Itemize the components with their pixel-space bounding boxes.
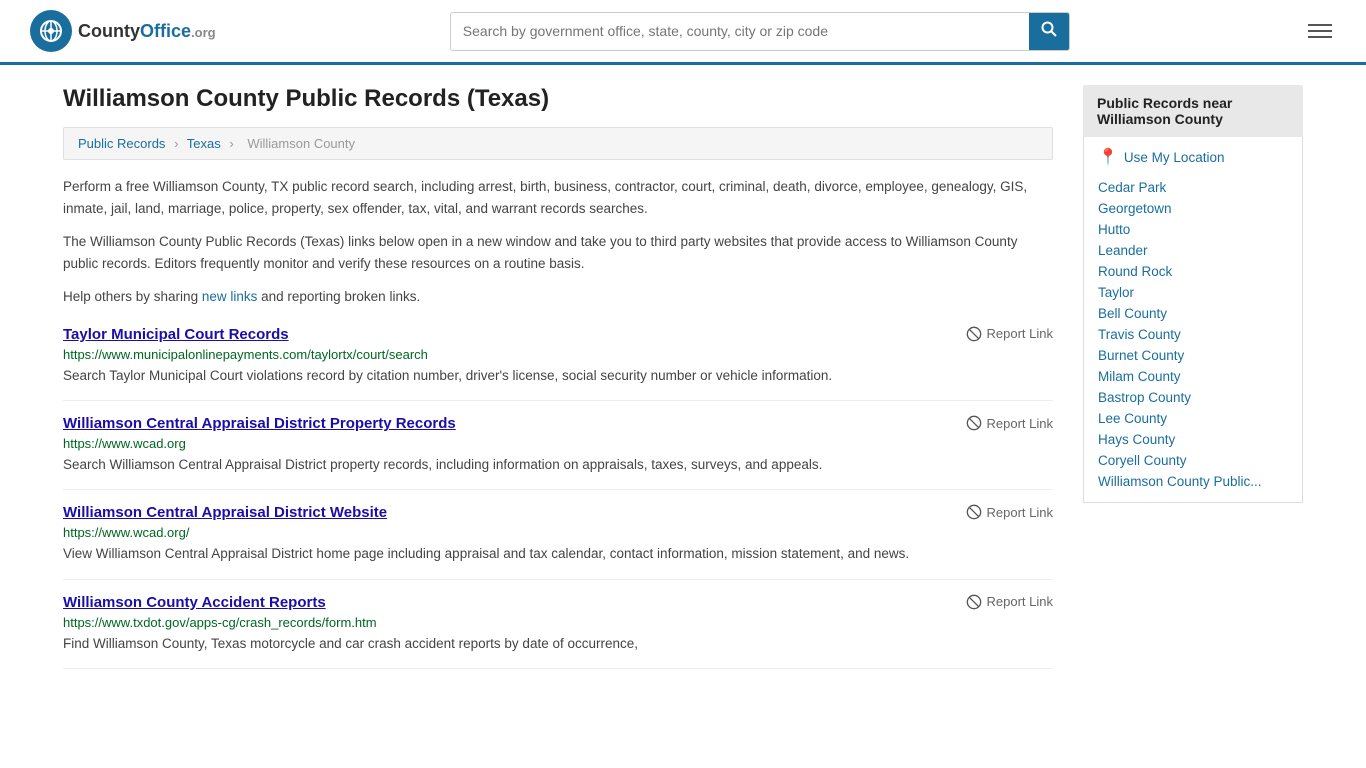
menu-icon-line2	[1308, 30, 1332, 32]
sidebar-content: 📍 Use My Location Cedar ParkGeorgetownHu…	[1083, 137, 1303, 503]
search-input[interactable]	[451, 15, 1029, 47]
breadcrumb-texas[interactable]: Texas	[187, 136, 221, 151]
sidebar-link-8[interactable]: Burnet County	[1098, 345, 1288, 366]
sidebar-link-4[interactable]: Round Rock	[1098, 261, 1288, 282]
sidebar-link-6[interactable]: Bell County	[1098, 303, 1288, 324]
sidebar-link-2[interactable]: Hutto	[1098, 219, 1288, 240]
record-title-3[interactable]: Williamson County Accident Reports	[63, 594, 326, 611]
breadcrumb: Public Records › Texas › Williamson Coun…	[63, 127, 1053, 160]
search-area	[450, 12, 1070, 51]
record-desc-2: View Williamson Central Appraisal Distri…	[63, 544, 1053, 564]
breadcrumb-sep1: ›	[174, 136, 178, 151]
intro-paragraph-2: The Williamson County Public Records (Te…	[63, 231, 1053, 274]
record-url-1[interactable]: https://www.wcad.org	[63, 436, 1053, 451]
intro-paragraph-1: Perform a free Williamson County, TX pub…	[63, 176, 1053, 219]
intro3-prefix: Help others by sharing	[63, 289, 202, 304]
logo-icon	[30, 10, 72, 52]
sidebar-link-0[interactable]: Cedar Park	[1098, 177, 1288, 198]
record-desc-0: Search Taylor Municipal Court violations…	[63, 366, 1053, 386]
logo-area: CountyOffice.org	[30, 10, 216, 52]
record-item: Williamson County Accident Reports Repor…	[63, 580, 1053, 669]
sidebar-link-12[interactable]: Hays County	[1098, 429, 1288, 450]
breadcrumb-public-records[interactable]: Public Records	[78, 136, 165, 151]
sidebar-link-13[interactable]: Coryell County	[1098, 450, 1288, 471]
sidebar-link-9[interactable]: Milam County	[1098, 366, 1288, 387]
use-location-button[interactable]: 📍 Use My Location	[1098, 147, 1288, 167]
report-link-3[interactable]: Report Link	[966, 594, 1053, 610]
sidebar-link-11[interactable]: Lee County	[1098, 408, 1288, 429]
header: CountyOffice.org	[0, 0, 1366, 65]
breadcrumb-sep2: ›	[229, 136, 233, 151]
record-title-0[interactable]: Taylor Municipal Court Records	[63, 326, 289, 343]
use-location-label: Use My Location	[1124, 150, 1225, 165]
breadcrumb-county: Williamson County	[247, 136, 355, 151]
records-list: Taylor Municipal Court Records Report Li…	[63, 312, 1053, 669]
sidebar-link-1[interactable]: Georgetown	[1098, 198, 1288, 219]
sidebar-link-14[interactable]: Williamson County Public...	[1098, 471, 1288, 492]
report-link-1[interactable]: Report Link	[966, 415, 1053, 431]
record-url-3[interactable]: https://www.txdot.gov/apps-cg/crash_reco…	[63, 615, 1053, 630]
record-item: Taylor Municipal Court Records Report Li…	[63, 312, 1053, 401]
report-link-2[interactable]: Report Link	[966, 504, 1053, 520]
main-layout: Williamson County Public Records (Texas)…	[33, 65, 1333, 689]
intro3-suffix: and reporting broken links.	[257, 289, 420, 304]
sidebar-link-10[interactable]: Bastrop County	[1098, 387, 1288, 408]
new-links-link[interactable]: new links	[202, 289, 258, 304]
sidebar-link-5[interactable]: Taylor	[1098, 282, 1288, 303]
report-icon-1	[966, 415, 982, 431]
record-title-2[interactable]: Williamson Central Appraisal District We…	[63, 504, 387, 521]
record-url-0[interactable]: https://www.municipalonlinepayments.com/…	[63, 347, 1053, 362]
logo-text: CountyOffice.org	[78, 21, 216, 42]
search-input-wrap	[450, 12, 1070, 51]
report-icon-3	[966, 594, 982, 610]
report-link-0[interactable]: Report Link	[966, 326, 1053, 342]
intro-paragraph-3: Help others by sharing new links and rep…	[63, 286, 1053, 308]
record-item: Williamson Central Appraisal District Pr…	[63, 401, 1053, 490]
report-icon-2	[966, 504, 982, 520]
report-icon-0	[966, 326, 982, 342]
location-icon: 📍	[1098, 147, 1118, 167]
record-item: Williamson Central Appraisal District We…	[63, 490, 1053, 579]
sidebar-link-7[interactable]: Travis County	[1098, 324, 1288, 345]
content-area: Williamson County Public Records (Texas)…	[63, 85, 1053, 669]
record-title-1[interactable]: Williamson Central Appraisal District Pr…	[63, 415, 456, 432]
menu-button[interactable]	[1304, 20, 1336, 42]
menu-icon-line1	[1308, 24, 1332, 26]
record-url-2[interactable]: https://www.wcad.org/	[63, 525, 1053, 540]
sidebar: Public Records near Williamson County 📍 …	[1083, 85, 1303, 669]
search-icon	[1041, 21, 1057, 37]
page-title: Williamson County Public Records (Texas)	[63, 85, 1053, 113]
record-desc-3: Find Williamson County, Texas motorcycle…	[63, 634, 1053, 654]
menu-icon-line3	[1308, 36, 1332, 38]
search-button[interactable]	[1029, 13, 1069, 50]
sidebar-link-3[interactable]: Leander	[1098, 240, 1288, 261]
sidebar-links: Cedar ParkGeorgetownHuttoLeanderRound Ro…	[1098, 177, 1288, 492]
sidebar-header: Public Records near Williamson County	[1083, 85, 1303, 137]
record-desc-1: Search Williamson Central Appraisal Dist…	[63, 455, 1053, 475]
